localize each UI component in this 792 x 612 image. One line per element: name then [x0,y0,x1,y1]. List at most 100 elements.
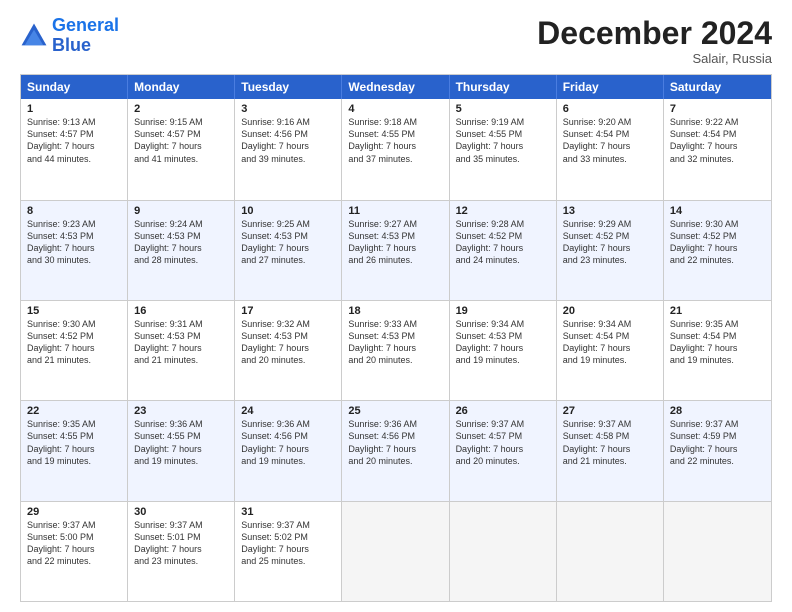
cell-info: Sunrise: 9:37 AMSunset: 4:57 PMDaylight:… [456,418,550,467]
header: General Blue December 2024 Salair, Russi… [20,16,772,66]
day-number: 14 [670,205,765,217]
calendar-cell: 31Sunrise: 9:37 AMSunset: 5:02 PMDayligh… [235,502,342,601]
calendar-cell: 24Sunrise: 9:36 AMSunset: 4:56 PMDayligh… [235,401,342,500]
calendar-cell: 11Sunrise: 9:27 AMSunset: 4:53 PMDayligh… [342,201,449,300]
day-number: 19 [456,305,550,317]
day-number: 6 [563,103,657,115]
calendar-cell: 3Sunrise: 9:16 AMSunset: 4:56 PMDaylight… [235,99,342,199]
cell-info: Sunrise: 9:18 AMSunset: 4:55 PMDaylight:… [348,116,442,165]
day-number: 20 [563,305,657,317]
day-number: 26 [456,405,550,417]
day-number: 16 [134,305,228,317]
day-number: 31 [241,506,335,518]
calendar: SundayMondayTuesdayWednesdayThursdayFrid… [20,74,772,602]
cell-info: Sunrise: 9:35 AMSunset: 4:55 PMDaylight:… [27,418,121,467]
calendar-cell [557,502,664,601]
day-number: 28 [670,405,765,417]
calendar-cell: 10Sunrise: 9:25 AMSunset: 4:53 PMDayligh… [235,201,342,300]
day-number: 24 [241,405,335,417]
cell-info: Sunrise: 9:28 AMSunset: 4:52 PMDaylight:… [456,218,550,267]
cell-info: Sunrise: 9:37 AMSunset: 4:59 PMDaylight:… [670,418,765,467]
cal-header-cell: Sunday [21,75,128,99]
day-number: 5 [456,103,550,115]
day-number: 27 [563,405,657,417]
cell-info: Sunrise: 9:36 AMSunset: 4:55 PMDaylight:… [134,418,228,467]
calendar-cell: 28Sunrise: 9:37 AMSunset: 4:59 PMDayligh… [664,401,771,500]
calendar-cell: 12Sunrise: 9:28 AMSunset: 4:52 PMDayligh… [450,201,557,300]
day-number: 30 [134,506,228,518]
calendar-row: 29Sunrise: 9:37 AMSunset: 5:00 PMDayligh… [21,501,771,601]
day-number: 22 [27,405,121,417]
cell-info: Sunrise: 9:37 AMSunset: 5:02 PMDaylight:… [241,519,335,568]
day-number: 10 [241,205,335,217]
cal-header-cell: Monday [128,75,235,99]
page: General Blue December 2024 Salair, Russi… [0,0,792,612]
cell-info: Sunrise: 9:33 AMSunset: 4:53 PMDaylight:… [348,318,442,367]
cell-info: Sunrise: 9:34 AMSunset: 4:54 PMDaylight:… [563,318,657,367]
subtitle: Salair, Russia [537,51,772,66]
day-number: 11 [348,205,442,217]
calendar-cell: 20Sunrise: 9:34 AMSunset: 4:54 PMDayligh… [557,301,664,400]
calendar-header: SundayMondayTuesdayWednesdayThursdayFrid… [21,75,771,99]
day-number: 8 [27,205,121,217]
calendar-row: 1Sunrise: 9:13 AMSunset: 4:57 PMDaylight… [21,99,771,199]
cell-info: Sunrise: 9:27 AMSunset: 4:53 PMDaylight:… [348,218,442,267]
calendar-cell [450,502,557,601]
day-number: 29 [27,506,121,518]
day-number: 18 [348,305,442,317]
cell-info: Sunrise: 9:15 AMSunset: 4:57 PMDaylight:… [134,116,228,165]
cell-info: Sunrise: 9:34 AMSunset: 4:53 PMDaylight:… [456,318,550,367]
day-number: 23 [134,405,228,417]
calendar-row: 22Sunrise: 9:35 AMSunset: 4:55 PMDayligh… [21,400,771,500]
day-number: 17 [241,305,335,317]
calendar-cell: 29Sunrise: 9:37 AMSunset: 5:00 PMDayligh… [21,502,128,601]
calendar-cell: 7Sunrise: 9:22 AMSunset: 4:54 PMDaylight… [664,99,771,199]
day-number: 21 [670,305,765,317]
calendar-cell: 26Sunrise: 9:37 AMSunset: 4:57 PMDayligh… [450,401,557,500]
cell-info: Sunrise: 9:29 AMSunset: 4:52 PMDaylight:… [563,218,657,267]
cell-info: Sunrise: 9:24 AMSunset: 4:53 PMDaylight:… [134,218,228,267]
cell-info: Sunrise: 9:37 AMSunset: 4:58 PMDaylight:… [563,418,657,467]
logo: General Blue [20,16,119,56]
cell-info: Sunrise: 9:16 AMSunset: 4:56 PMDaylight:… [241,116,335,165]
calendar-body: 1Sunrise: 9:13 AMSunset: 4:57 PMDaylight… [21,99,771,601]
calendar-cell: 27Sunrise: 9:37 AMSunset: 4:58 PMDayligh… [557,401,664,500]
calendar-cell: 9Sunrise: 9:24 AMSunset: 4:53 PMDaylight… [128,201,235,300]
day-number: 25 [348,405,442,417]
calendar-cell: 23Sunrise: 9:36 AMSunset: 4:55 PMDayligh… [128,401,235,500]
cell-info: Sunrise: 9:20 AMSunset: 4:54 PMDaylight:… [563,116,657,165]
calendar-cell: 21Sunrise: 9:35 AMSunset: 4:54 PMDayligh… [664,301,771,400]
calendar-row: 15Sunrise: 9:30 AMSunset: 4:52 PMDayligh… [21,300,771,400]
day-number: 2 [134,103,228,115]
calendar-cell: 25Sunrise: 9:36 AMSunset: 4:56 PMDayligh… [342,401,449,500]
cal-header-cell: Friday [557,75,664,99]
day-number: 15 [27,305,121,317]
logo-icon [20,22,48,50]
calendar-cell: 8Sunrise: 9:23 AMSunset: 4:53 PMDaylight… [21,201,128,300]
calendar-cell: 22Sunrise: 9:35 AMSunset: 4:55 PMDayligh… [21,401,128,500]
cell-info: Sunrise: 9:32 AMSunset: 4:53 PMDaylight:… [241,318,335,367]
cell-info: Sunrise: 9:30 AMSunset: 4:52 PMDaylight:… [670,218,765,267]
cell-info: Sunrise: 9:23 AMSunset: 4:53 PMDaylight:… [27,218,121,267]
cell-info: Sunrise: 9:13 AMSunset: 4:57 PMDaylight:… [27,116,121,165]
calendar-cell: 13Sunrise: 9:29 AMSunset: 4:52 PMDayligh… [557,201,664,300]
calendar-cell: 4Sunrise: 9:18 AMSunset: 4:55 PMDaylight… [342,99,449,199]
day-number: 7 [670,103,765,115]
calendar-cell: 1Sunrise: 9:13 AMSunset: 4:57 PMDaylight… [21,99,128,199]
cal-header-cell: Thursday [450,75,557,99]
cell-info: Sunrise: 9:37 AMSunset: 5:01 PMDaylight:… [134,519,228,568]
calendar-row: 8Sunrise: 9:23 AMSunset: 4:53 PMDaylight… [21,200,771,300]
day-number: 12 [456,205,550,217]
calendar-cell: 6Sunrise: 9:20 AMSunset: 4:54 PMDaylight… [557,99,664,199]
cell-info: Sunrise: 9:19 AMSunset: 4:55 PMDaylight:… [456,116,550,165]
cell-info: Sunrise: 9:37 AMSunset: 5:00 PMDaylight:… [27,519,121,568]
logo-text: General Blue [52,16,119,56]
month-title: December 2024 [537,16,772,51]
calendar-cell: 19Sunrise: 9:34 AMSunset: 4:53 PMDayligh… [450,301,557,400]
calendar-cell: 18Sunrise: 9:33 AMSunset: 4:53 PMDayligh… [342,301,449,400]
day-number: 3 [241,103,335,115]
day-number: 1 [27,103,121,115]
calendar-cell [664,502,771,601]
day-number: 13 [563,205,657,217]
calendar-cell [342,502,449,601]
